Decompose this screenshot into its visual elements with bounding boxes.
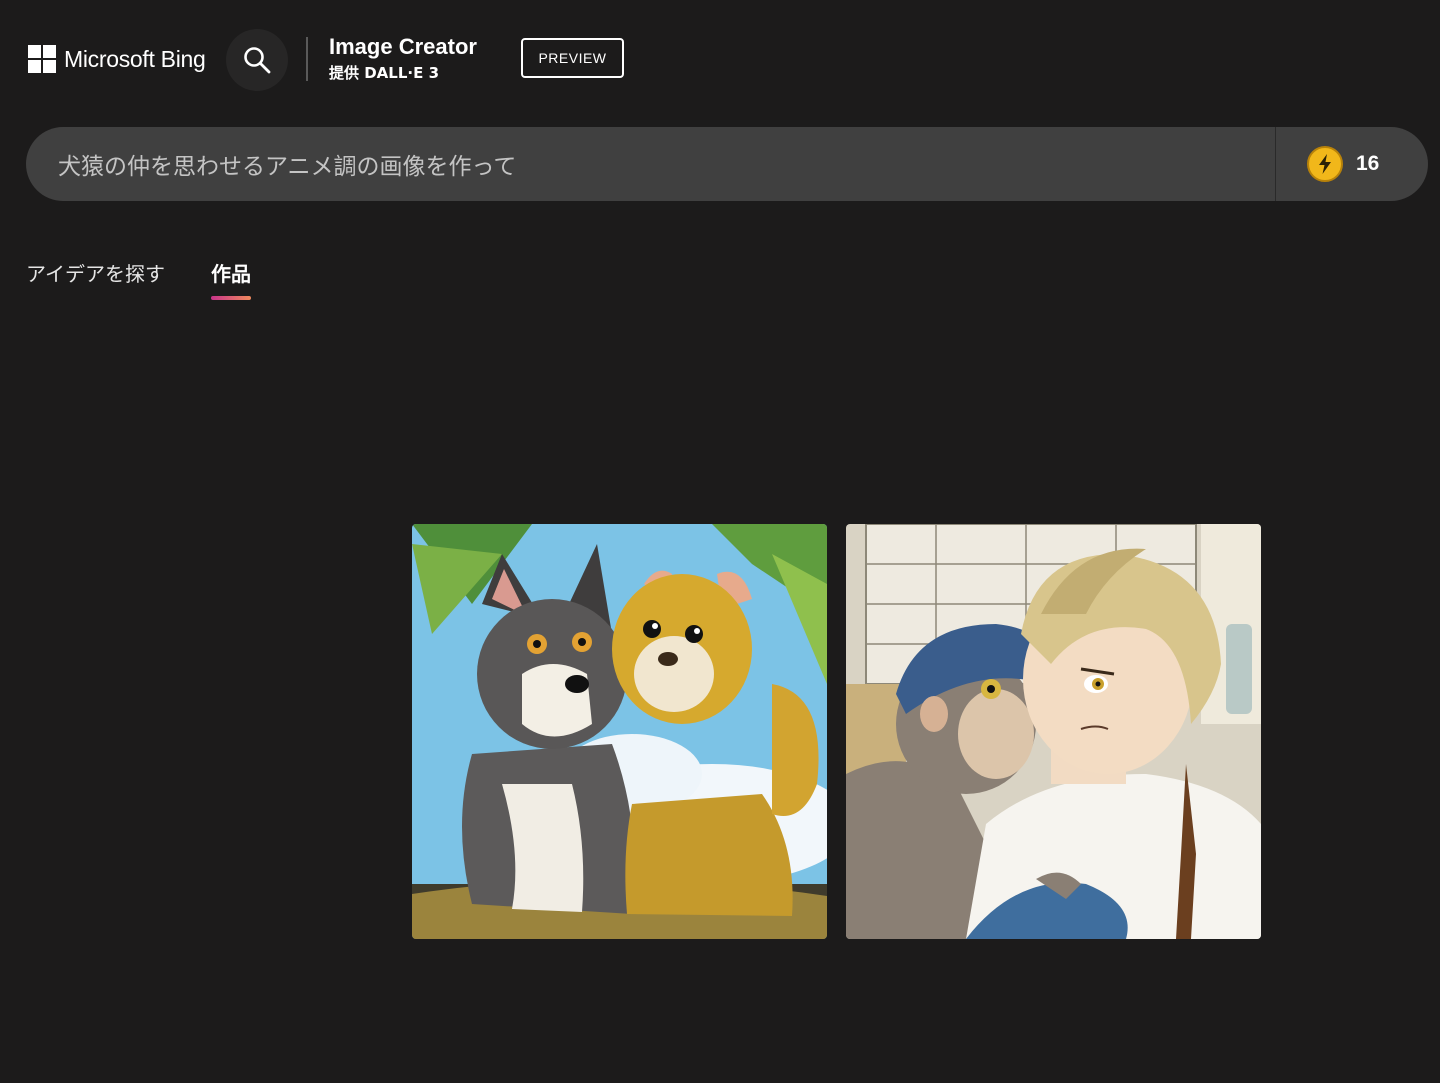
generated-image-1[interactable]	[412, 524, 827, 939]
brand-name: Microsoft Bing	[64, 45, 206, 72]
tab-explore-ideas[interactable]: アイデアを探す	[26, 258, 165, 304]
dog-monkey-illustration	[412, 524, 827, 939]
tab-creations[interactable]: 作品	[211, 258, 251, 304]
monkey-boy-illustration	[846, 524, 1261, 939]
search-button[interactable]	[226, 29, 288, 91]
prompt-input[interactable]: 犬猿の仲を思わせるアニメ調の画像を作って	[58, 127, 1258, 201]
generated-image-2[interactable]	[846, 524, 1261, 939]
lightning-coin-icon	[1307, 146, 1343, 182]
product-title: Image Creator	[329, 34, 477, 59]
top-header: Microsoft Bing Image Creator 提供 DALL·E 3…	[0, 0, 1440, 120]
boost-count: 16	[1356, 152, 1380, 175]
product-subtitle: 提供 DALL·E 3	[329, 64, 440, 82]
search-icon	[244, 47, 271, 74]
bing-brand-link[interactable]: Microsoft Bing	[28, 45, 206, 73]
prompt-bar: 犬猿の仲を思わせるアニメ調の画像を作って 16	[26, 127, 1428, 201]
product-heading: Image Creator 提供 DALL·E 3	[329, 33, 477, 84]
tab-bar: アイデアを探す 作品	[26, 258, 251, 304]
boost-counter[interactable]: 16	[1307, 127, 1379, 201]
image-gallery	[412, 524, 1261, 939]
header-divider	[306, 37, 308, 81]
preview-badge: PREVIEW	[521, 38, 624, 78]
prompt-separator	[1275, 127, 1276, 201]
microsoft-logo-icon	[28, 45, 56, 73]
